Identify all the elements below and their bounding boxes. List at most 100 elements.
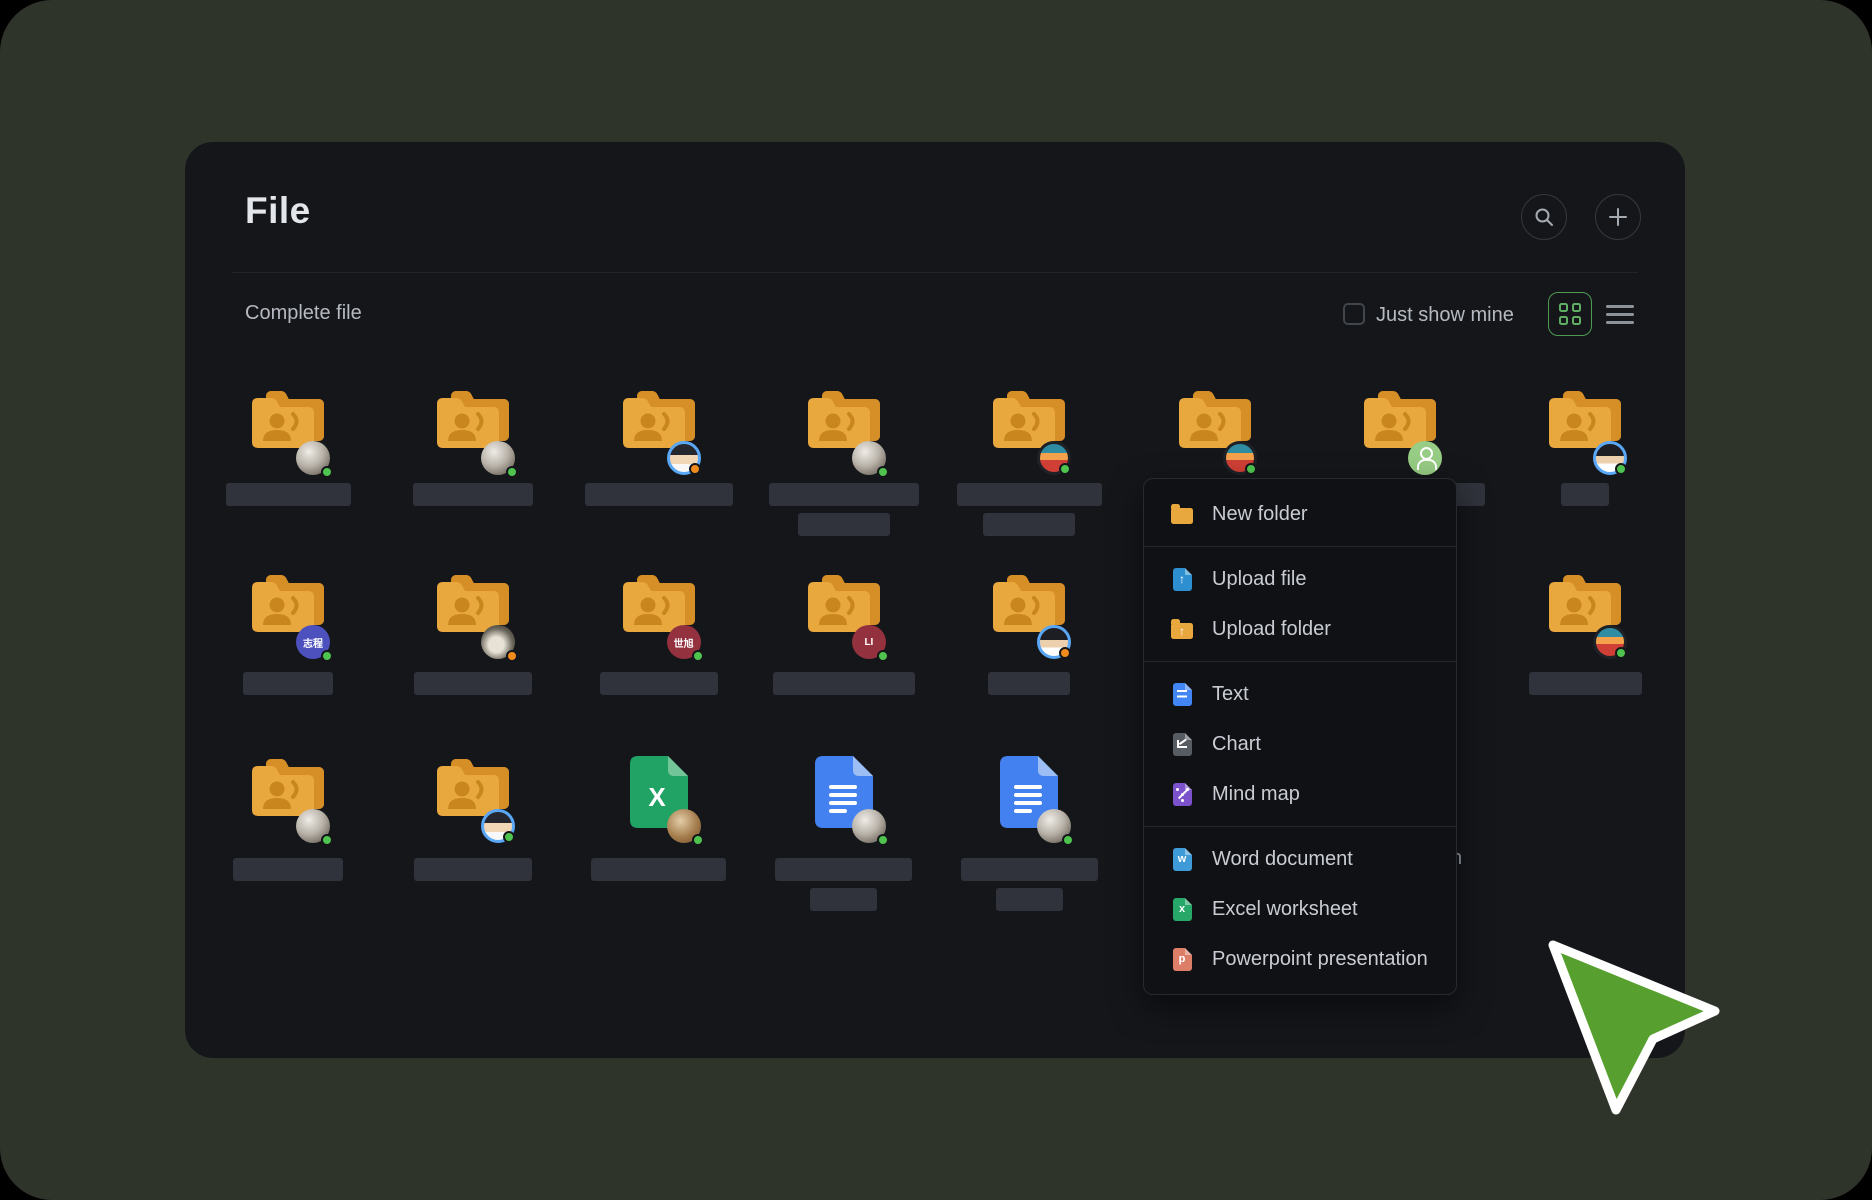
file-name-placeholder xyxy=(414,672,532,695)
file-name-placeholder xyxy=(1561,483,1609,506)
menu-item-text[interactable]: Text xyxy=(1144,669,1456,719)
status-dot xyxy=(877,466,889,478)
status-dot xyxy=(692,650,704,662)
file-name-placeholder xyxy=(798,513,890,536)
status-dot xyxy=(1245,463,1257,475)
status-dot xyxy=(321,834,333,846)
file-name-placeholder xyxy=(988,672,1070,695)
menu-item-powerpoint-presentation[interactable]: p Powerpoint presentation xyxy=(1144,934,1456,984)
file-name-placeholder xyxy=(1529,672,1642,695)
status-dot xyxy=(1615,463,1627,475)
page-title: File xyxy=(245,190,311,232)
member-avatar xyxy=(667,809,701,843)
list-view-icon xyxy=(1606,305,1634,308)
desktop-background: File Complete file Just show mine 志程 世旭 LI… xyxy=(0,0,1872,1200)
menu-item-upload-folder[interactable]: ↑ Upload folder xyxy=(1144,604,1456,654)
upload-folder-icon: ↑ xyxy=(1170,617,1194,641)
member-avatar xyxy=(1593,625,1627,659)
svg-text:X: X xyxy=(648,782,666,812)
menu-item-label: Word document xyxy=(1212,848,1353,871)
section-label: Complete file xyxy=(245,302,362,325)
file-name-placeholder xyxy=(810,888,877,911)
menu-item-label: New folder xyxy=(1212,503,1308,526)
excel-worksheet-icon: x xyxy=(1170,897,1194,921)
member-avatar xyxy=(852,441,886,475)
member-avatar xyxy=(296,441,330,475)
chart-icon xyxy=(1170,732,1194,756)
status-dot xyxy=(503,831,515,843)
file-name-placeholder xyxy=(961,858,1098,881)
menu-divider xyxy=(1144,546,1456,547)
file-manager-window: File Complete file Just show mine 志程 世旭 LI… xyxy=(185,142,1685,1058)
member-avatar: 世旭 xyxy=(667,625,701,659)
member-avatar xyxy=(481,625,515,659)
file-name-placeholder xyxy=(585,483,733,506)
grid-view-icon xyxy=(1559,303,1581,325)
file-name-placeholder xyxy=(591,858,726,881)
menu-item-mind-map[interactable]: Mind map xyxy=(1144,769,1456,819)
new-folder-icon xyxy=(1170,502,1194,526)
menu-item-label: Chart xyxy=(1212,733,1261,756)
mind-map-icon xyxy=(1170,782,1194,806)
status-dot xyxy=(692,834,704,846)
status-dot xyxy=(877,650,889,662)
member-avatar xyxy=(1593,441,1627,475)
header-divider xyxy=(232,272,1638,273)
member-avatar xyxy=(852,809,886,843)
member-avatar xyxy=(296,809,330,843)
add-button[interactable] xyxy=(1595,194,1641,240)
menu-item-label: Powerpoint presentation xyxy=(1212,948,1428,971)
menu-item-new-folder[interactable]: New folder xyxy=(1144,489,1456,539)
menu-item-label: Mind map xyxy=(1212,783,1300,806)
status-dot xyxy=(1059,647,1071,659)
member-avatar xyxy=(1408,441,1442,475)
menu-item-word-document[interactable]: w Word document xyxy=(1144,834,1456,884)
menu-item-label: Upload folder xyxy=(1212,618,1331,641)
search-icon xyxy=(1533,206,1555,228)
file-name-placeholder xyxy=(600,672,718,695)
member-avatar xyxy=(1223,441,1257,475)
status-dot xyxy=(1059,463,1071,475)
status-dot xyxy=(1615,647,1627,659)
status-dot xyxy=(321,650,333,662)
cursor-pointer xyxy=(1535,930,1735,1130)
member-avatar xyxy=(1037,441,1071,475)
upload-file-icon: ↑ xyxy=(1170,567,1194,591)
context-menu: New folder↑Upload file↑Upload folderText… xyxy=(1143,478,1457,995)
member-avatar: 志程 xyxy=(296,625,330,659)
grid-view-button[interactable] xyxy=(1548,292,1592,336)
menu-divider xyxy=(1144,826,1456,827)
status-dot xyxy=(1062,834,1074,846)
search-button[interactable] xyxy=(1521,194,1567,240)
member-avatar xyxy=(481,441,515,475)
member-avatar xyxy=(1037,625,1071,659)
list-view-button[interactable] xyxy=(1606,299,1634,329)
member-avatar xyxy=(481,809,515,843)
file-name-placeholder xyxy=(775,858,912,881)
status-dot xyxy=(689,463,701,475)
menu-divider xyxy=(1144,661,1456,662)
status-dot xyxy=(506,466,518,478)
status-dot xyxy=(506,650,518,662)
member-avatar xyxy=(667,441,701,475)
member-avatar xyxy=(1037,809,1071,843)
just-show-mine-checkbox[interactable] xyxy=(1343,303,1365,325)
menu-item-upload-file[interactable]: ↑Upload file xyxy=(1144,554,1456,604)
just-show-mine-label[interactable]: Just show mine xyxy=(1376,304,1514,327)
word-document-icon: w xyxy=(1170,847,1194,871)
text-icon xyxy=(1170,682,1194,706)
file-name-placeholder xyxy=(773,672,915,695)
file-name-placeholder xyxy=(414,858,532,881)
menu-item-chart[interactable]: Chart xyxy=(1144,719,1456,769)
file-name-placeholder xyxy=(233,858,343,881)
menu-item-label: Text xyxy=(1212,683,1249,706)
menu-item-excel-worksheet[interactable]: x Excel worksheet xyxy=(1144,884,1456,934)
member-avatar: LI xyxy=(852,625,886,659)
plus-icon xyxy=(1607,206,1629,228)
file-name-placeholder xyxy=(983,513,1075,536)
powerpoint-presentation-icon: p xyxy=(1170,947,1194,971)
file-name-placeholder xyxy=(769,483,919,506)
status-dot xyxy=(877,834,889,846)
file-name-placeholder xyxy=(413,483,533,506)
menu-item-label: Excel worksheet xyxy=(1212,898,1358,921)
